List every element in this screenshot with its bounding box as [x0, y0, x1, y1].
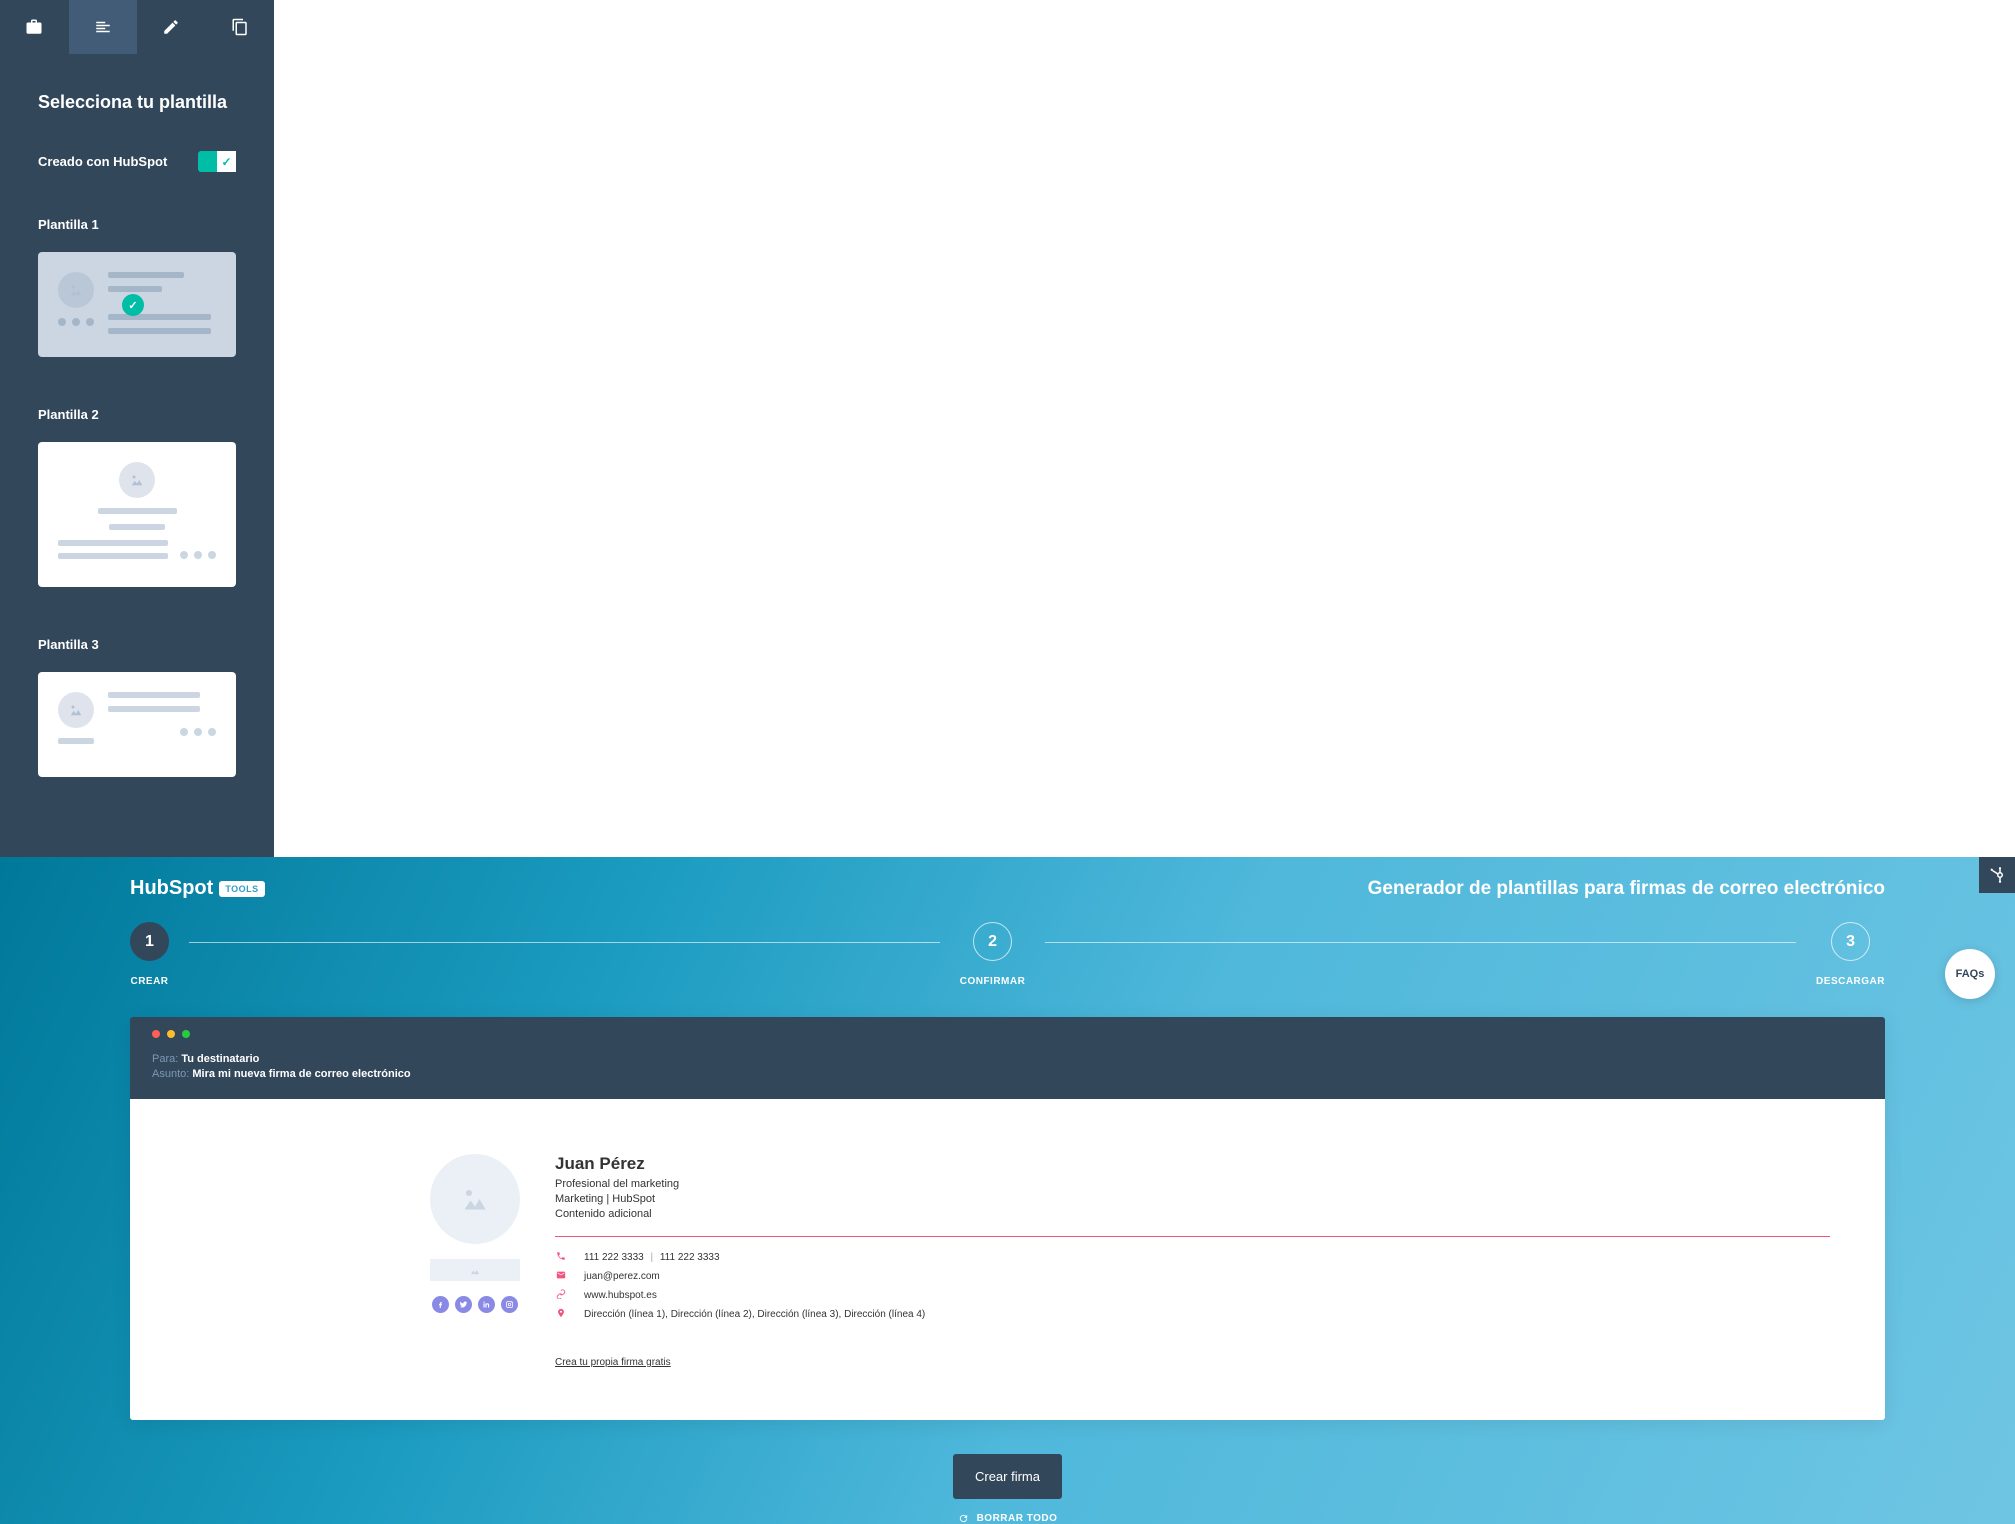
step-1-circle[interactable]: 1 [130, 922, 169, 961]
sidebar-tabs [0, 0, 274, 54]
step-3-label: DESCARGAR [1816, 976, 1885, 987]
signature-phone1: 111 222 3333 [584, 1252, 644, 1263]
sidebar-title: Selecciona tu plantilla [38, 92, 236, 113]
progress-steps: 1 CREAR 2 CONFIRMAR 3 DESCARGAR [60, 900, 1955, 1017]
refresh-icon [958, 1513, 969, 1524]
tab-details[interactable] [69, 0, 138, 54]
reset-button[interactable]: BORRAR TODO [958, 1513, 1058, 1524]
template-card-2[interactable] [38, 442, 236, 587]
email-to-label: Para: [152, 1053, 178, 1065]
hubspot-corner-button[interactable] [1979, 857, 2015, 893]
create-signature-link[interactable]: Crea tu propia firma gratis [555, 1357, 671, 1368]
email-preview-window: Para: Tu destinatario Asunto: Mira mi nu… [130, 1017, 1885, 1420]
faqs-label: FAQs [1956, 968, 1985, 980]
signature-title: Profesional del marketing [555, 1178, 1830, 1190]
hubspot-logo: HubSpot TOOLS [130, 877, 265, 900]
reset-button-label: BORRAR TODO [977, 1513, 1058, 1524]
hubspot-sprocket-icon [1988, 866, 2006, 884]
signature-extra: Contenido adicional [555, 1208, 1830, 1220]
linkedin-icon[interactable] [478, 1296, 495, 1313]
tab-template[interactable] [0, 0, 69, 54]
email-subject-value: Mira mi nueva firma de correo electrónic… [192, 1068, 410, 1080]
pencil-icon [162, 18, 180, 36]
create-signature-button[interactable]: Crear firma [953, 1454, 1062, 1499]
briefcase-icon [25, 18, 43, 36]
sidebar: Selecciona tu plantilla Creado con HubSp… [0, 0, 274, 857]
signature-preview: Juan Pérez Profesional del marketing Mar… [430, 1154, 1830, 1370]
email-subject-label: Asunto: [152, 1068, 189, 1080]
copy-icon [231, 18, 249, 36]
email-icon [555, 1270, 566, 1283]
twitter-icon[interactable] [455, 1296, 472, 1313]
email-to-value: Tu destinatario [181, 1053, 259, 1065]
logo-text: HubSpot [130, 877, 213, 900]
faqs-button[interactable]: FAQs [1945, 949, 1995, 999]
template-2-label: Plantilla 2 [38, 407, 236, 422]
tools-badge: TOOLS [219, 881, 264, 897]
location-icon [555, 1308, 566, 1321]
page-title: Generador de plantillas para firmas de c… [1368, 878, 1885, 900]
template-card-3[interactable] [38, 672, 236, 777]
avatar-placeholder [430, 1154, 520, 1244]
logo-placeholder [430, 1259, 520, 1281]
template-3-label: Plantilla 3 [38, 637, 236, 652]
step-2-label: CONFIRMAR [960, 976, 1026, 987]
created-with-toggle[interactable] [198, 151, 236, 172]
signature-website: www.hubspot.es [584, 1290, 657, 1301]
main-content: HubSpot TOOLS Generador de plantillas pa… [0, 857, 2015, 1524]
signature-phone2: 111 222 3333 [660, 1252, 720, 1263]
signature-name: Juan Pérez [555, 1154, 1830, 1174]
signature-address: Dirección (línea 1), Dirección (línea 2)… [584, 1309, 925, 1320]
phone-icon [555, 1251, 566, 1264]
text-align-icon [94, 18, 112, 36]
image-placeholder-icon [58, 692, 94, 728]
signature-email: juan@perez.com [584, 1271, 660, 1282]
instagram-icon[interactable] [501, 1296, 518, 1313]
link-icon [555, 1289, 566, 1302]
signature-department: Marketing | HubSpot [555, 1193, 1830, 1205]
step-2-circle[interactable]: 2 [973, 922, 1012, 961]
selected-check-icon: ✓ [122, 294, 144, 316]
image-placeholder-icon [58, 272, 94, 308]
step-3-circle[interactable]: 3 [1831, 922, 1870, 961]
step-1-label: CREAR [130, 976, 168, 987]
window-controls-icon [152, 1030, 1863, 1038]
tab-copy[interactable] [206, 0, 275, 54]
image-placeholder-icon [119, 462, 155, 498]
template-card-1[interactable]: ✓ [38, 252, 236, 357]
facebook-icon[interactable] [432, 1296, 449, 1313]
template-1-label: Plantilla 1 [38, 217, 236, 232]
tab-style[interactable] [137, 0, 206, 54]
created-with-label: Creado con HubSpot [38, 154, 167, 169]
